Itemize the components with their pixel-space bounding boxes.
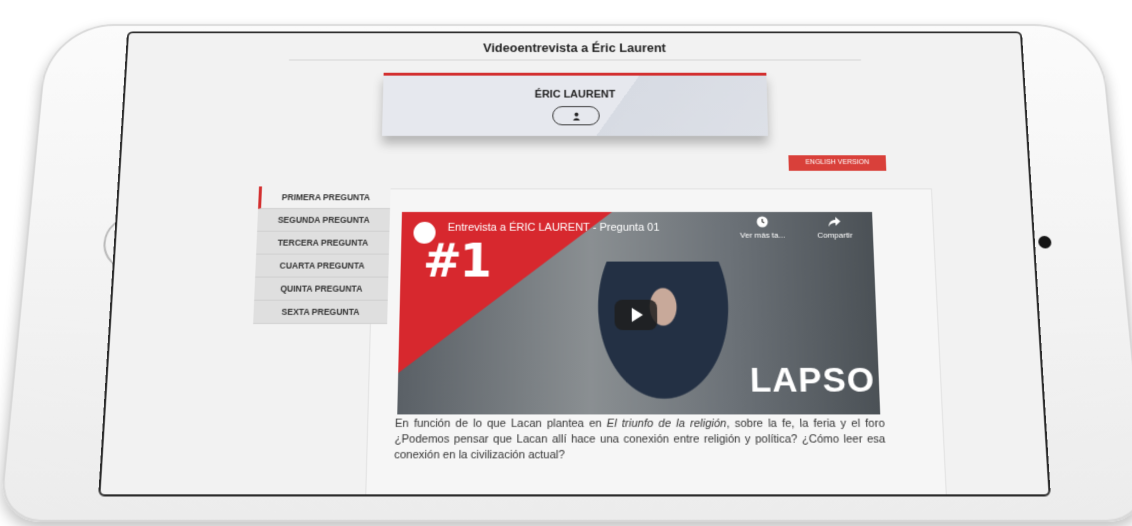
question-tab-5[interactable]: QUINTA PREGUNTA xyxy=(254,277,389,301)
question-tab-6[interactable]: SEXTA PREGUNTA xyxy=(253,300,388,324)
question-description: En función de lo que Lacan plantea en El… xyxy=(394,417,886,464)
interviewee-figure xyxy=(587,261,742,415)
title-divider xyxy=(288,59,862,61)
clock-icon xyxy=(756,216,768,228)
camera-dot xyxy=(1037,235,1052,249)
watch-later-label: Ver más ta... xyxy=(740,230,786,240)
tablet-screen: Videoentrevista a Éric Laurent ÉRIC LAUR… xyxy=(98,31,1051,497)
lapso-watermark: LAPSO xyxy=(749,360,876,400)
question-tab-1[interactable]: PRIMERA PREGUNTA xyxy=(258,186,391,210)
english-version-button[interactable]: ENGLISH VERSION xyxy=(788,155,887,171)
profile-name: ÉRIC LAURENT xyxy=(534,88,616,101)
question-tab-2[interactable]: SEGUNDA PREGUNTA xyxy=(257,209,391,232)
watch-later-button[interactable]: Ver más ta... xyxy=(732,216,793,240)
question-menu: PRIMERA PREGUNTA SEGUNDA PREGUNTA TERCER… xyxy=(253,186,391,324)
question-tab-4[interactable]: CUARTA PREGUNTA xyxy=(255,254,389,278)
profile-card: ÉRIC LAURENT xyxy=(381,72,769,136)
share-arrow-icon xyxy=(828,216,841,227)
description-book-title: El triunfo de la religión xyxy=(606,417,727,431)
play-button[interactable] xyxy=(614,299,658,331)
page-title: Videoentrevista a Éric Laurent xyxy=(483,40,666,55)
share-button[interactable]: Compartir xyxy=(804,216,865,240)
profile-button[interactable] xyxy=(552,106,600,126)
video-title[interactable]: Entrevista a ÉRIC LAURENT - Pregunta 01 xyxy=(448,222,660,234)
description-text-1: En función de lo que Lacan plantea en xyxy=(394,417,607,431)
video-player[interactable]: #1 Entrevista a ÉRIC LAURENT - Pregunta … xyxy=(397,211,881,415)
user-icon xyxy=(572,112,580,121)
question-tab-3[interactable]: TERCERA PREGUNTA xyxy=(256,231,390,255)
share-label: Compartir xyxy=(817,230,853,240)
